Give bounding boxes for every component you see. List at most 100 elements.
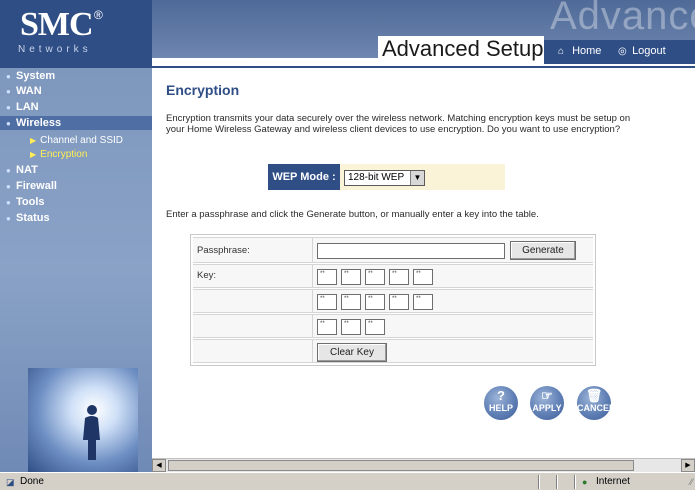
label-cell: Passphrase: bbox=[193, 238, 313, 262]
logout-link[interactable]: ◎ Logout bbox=[618, 45, 666, 57]
help-button[interactable]: ? HELP bbox=[484, 386, 518, 420]
circle-bullet-icon: ● bbox=[6, 182, 11, 191]
header: SMC ® Networks Advanced Setup Advanced S… bbox=[0, 0, 695, 68]
instructions-text: Enter a passphrase and click the Generat… bbox=[166, 209, 539, 220]
label-cell bbox=[193, 340, 313, 362]
key-byte-input[interactable]: ** bbox=[341, 319, 361, 335]
triangle-right-icon: ▶ bbox=[30, 136, 37, 145]
ie-page-icon: ◪ bbox=[6, 477, 15, 487]
main-content: Encryption Encryption transmits your dat… bbox=[152, 68, 695, 458]
logout-label: Logout bbox=[632, 45, 666, 57]
registered-mark: ® bbox=[94, 8, 103, 22]
sidebar-item-label: Tools bbox=[16, 196, 45, 208]
clear-row: Clear Key bbox=[193, 339, 593, 363]
sidebar-item-label: Firewall bbox=[16, 180, 57, 192]
status-divider bbox=[556, 475, 558, 489]
circle-bullet-icon: ● bbox=[6, 166, 11, 175]
sidebar-item-label: System bbox=[16, 70, 56, 82]
key-table: Passphrase: Generate Key: ** ** ** ** **… bbox=[190, 234, 596, 366]
wep-mode-select[interactable]: 128-bit WEP ▼ bbox=[344, 170, 425, 186]
key-byte-input[interactable]: ** bbox=[317, 319, 337, 335]
logo-subtitle: Networks bbox=[18, 44, 92, 55]
question-icon: ? bbox=[497, 388, 505, 403]
sidebar-item-nat[interactable]: ● NAT bbox=[6, 164, 38, 176]
passphrase-label: Passphrase: bbox=[197, 245, 250, 256]
wep-mode-label: WEP Mode : bbox=[268, 164, 340, 190]
circle-bullet-icon: ● bbox=[6, 87, 11, 96]
wep-mode-row: WEP Mode : 128-bit WEP ▼ bbox=[268, 164, 505, 190]
key-byte-input[interactable]: ** bbox=[413, 269, 433, 285]
sidebar-item-lan[interactable]: ● LAN bbox=[6, 101, 39, 113]
page-header-title: Advanced Setup bbox=[382, 36, 544, 61]
power-icon: ◎ bbox=[618, 46, 627, 57]
sidebar-subitem-channel-ssid[interactable]: ▶ Channel and SSID bbox=[30, 135, 123, 146]
status-divider bbox=[574, 475, 576, 489]
key-byte-input[interactable]: ** bbox=[341, 269, 361, 285]
horizontal-scrollbar[interactable]: ◀ ▶ bbox=[152, 458, 695, 472]
clear-key-button[interactable]: Clear Key bbox=[317, 343, 387, 362]
page-title: Encryption bbox=[166, 82, 240, 98]
key-byte-input[interactable]: ** bbox=[365, 319, 385, 335]
browser-status-bar: ◪ Done ● Internet ⁄⁄ bbox=[0, 472, 695, 490]
person-silhouette-icon bbox=[83, 405, 100, 460]
key-row: ** ** ** bbox=[193, 314, 593, 338]
status-divider bbox=[538, 475, 540, 489]
logo-area: SMC ® Networks bbox=[0, 0, 152, 68]
sidebar-item-label: Wireless bbox=[16, 117, 62, 129]
resize-grip-icon[interactable]: ⁄⁄ bbox=[681, 476, 693, 488]
apply-label: APPLY bbox=[532, 403, 562, 413]
chevron-down-icon[interactable]: ▼ bbox=[410, 171, 424, 185]
label-cell bbox=[193, 315, 313, 337]
key-byte-input[interactable]: ** bbox=[389, 269, 409, 285]
security-zone-text: Internet bbox=[596, 476, 630, 487]
sidebar: ● System ● WAN ● LAN ● Wireless ▶ Channel and… bbox=[0, 68, 152, 472]
sidebar-item-tools[interactable]: ● Tools bbox=[6, 196, 45, 208]
key-byte-input[interactable]: ** bbox=[341, 294, 361, 310]
help-label: HELP bbox=[488, 403, 513, 413]
scroll-left-arrow-icon[interactable]: ◀ bbox=[152, 459, 166, 472]
circle-bullet-icon: ● bbox=[6, 119, 11, 128]
circle-bullet-icon: ● bbox=[6, 72, 11, 81]
status-text: Done bbox=[20, 476, 44, 487]
circle-bullet-icon: ● bbox=[6, 103, 11, 112]
passphrase-input[interactable] bbox=[317, 243, 505, 259]
sidebar-item-system[interactable]: ● System bbox=[6, 70, 55, 82]
sidebar-subitem-label: Encryption bbox=[40, 149, 88, 160]
sidebar-item-status[interactable]: ● Status bbox=[6, 212, 50, 224]
generate-button[interactable]: Generate bbox=[510, 241, 576, 260]
globe-icon: ● bbox=[582, 477, 588, 487]
circle-bullet-icon: ● bbox=[6, 214, 11, 223]
sidebar-subitem-encryption[interactable]: ▶ Encryption bbox=[30, 149, 87, 160]
label-cell bbox=[193, 290, 313, 312]
sidebar-item-label: LAN bbox=[16, 101, 39, 113]
sidebar-item-label: WAN bbox=[16, 85, 42, 97]
triangle-right-icon: ▶ bbox=[30, 150, 37, 159]
sidebar-item-firewall[interactable]: ● Firewall bbox=[6, 180, 57, 192]
key-byte-input[interactable]: ** bbox=[365, 269, 385, 285]
sidebar-item-wireless[interactable]: ● Wireless bbox=[6, 117, 61, 129]
key-byte-input[interactable]: ** bbox=[317, 294, 337, 310]
sidebar-item-label: Status bbox=[16, 212, 50, 224]
label-cell: Key: bbox=[193, 265, 313, 287]
scroll-right-arrow-icon[interactable]: ▶ bbox=[681, 459, 695, 472]
circle-bullet-icon: ● bbox=[6, 198, 11, 207]
sidebar-item-wan[interactable]: ● WAN bbox=[6, 85, 42, 97]
home-label: Home bbox=[572, 45, 602, 57]
key-byte-input[interactable]: ** bbox=[389, 294, 409, 310]
home-link[interactable]: ⌂ Home bbox=[558, 45, 601, 57]
sidebar-subitem-label: Channel and SSID bbox=[40, 135, 123, 146]
key-byte-input[interactable]: ** bbox=[413, 294, 433, 310]
app-window: SMC ® Networks Advanced Setup Advanced S… bbox=[0, 0, 695, 490]
apply-button[interactable]: ☞ APPLY bbox=[530, 386, 564, 420]
header-nav: ⌂ Home ◎ Logout bbox=[544, 40, 695, 64]
trash-icon: 🗑 bbox=[585, 388, 603, 403]
scroll-thumb[interactable] bbox=[168, 460, 634, 471]
cancel-button[interactable]: 🗑 CANCEL bbox=[577, 386, 615, 420]
passphrase-row: Passphrase: Generate bbox=[193, 237, 593, 263]
key-byte-input[interactable]: ** bbox=[317, 269, 337, 285]
key-byte-input[interactable]: ** bbox=[365, 294, 385, 310]
house-icon: ⌂ bbox=[558, 46, 565, 57]
key-row: Key: ** ** ** ** ** bbox=[193, 264, 593, 288]
key-label: Key: bbox=[197, 270, 217, 281]
sidebar-item-label: NAT bbox=[16, 164, 38, 176]
